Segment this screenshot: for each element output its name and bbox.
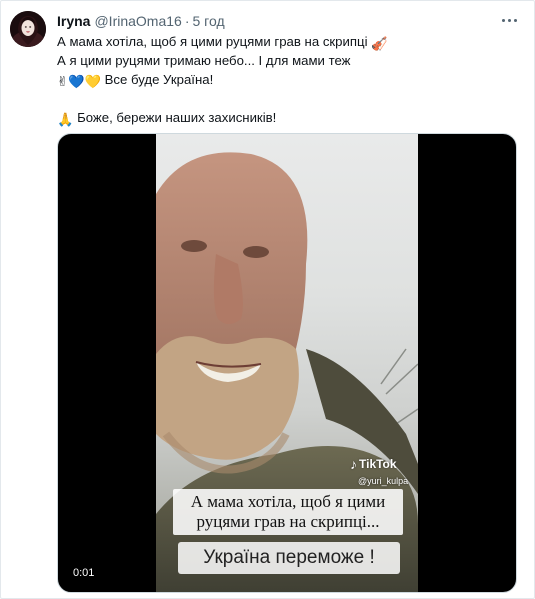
video-caption-top: А мама хотіла, щоб я цими руцями грав на… (173, 489, 403, 535)
tiktok-username: @yuri_kulpa (358, 476, 409, 486)
tweet-line-3-text: Все буде Україна! (104, 72, 214, 87)
praying-hands-emoji-icon: 🙏 (57, 112, 74, 127)
user-handle[interactable]: @IrinaOma16 (94, 13, 181, 29)
tiktok-label: TikTok (359, 457, 397, 471)
more-horizontal-icon[interactable] (498, 11, 520, 29)
tweet-card[interactable]: Iryna @IrinaOma16 · 5 год А мама хотіла,… (0, 0, 535, 599)
tweet-header: Iryna @IrinaOma16 · 5 год (57, 12, 225, 30)
tweet-line-4: 🙏 Боже, бережи наших захисників! (57, 108, 517, 127)
tweet-line-3: ✌💙💛 Все буде Україна! (57, 70, 517, 89)
avatar[interactable] (10, 11, 46, 47)
victory-hearts-emoji-icon: ✌💙💛 (57, 74, 101, 89)
tiktok-note-icon: ♪ (350, 456, 357, 472)
tweet-line-2: А я цими руцями тримаю небо... І для мам… (57, 51, 517, 70)
tweet-line-2-text: А я цими руцями тримаю небо... І для мам… (57, 53, 351, 68)
avatar-image (10, 11, 46, 47)
tweet-line-4-text: Боже, бережи наших захисників! (77, 110, 277, 125)
video-timecode: 0:01 (70, 566, 98, 580)
video-player[interactable]: ♪ TikTok @yuri_kulpa А мама хотіла, щоб … (57, 133, 517, 593)
separator-dot: · (184, 13, 190, 29)
tweet-text: А мама хотіла, щоб я цими руцями грав на… (57, 32, 517, 127)
video-caption-line-2: руцями грав на скрипці... (196, 512, 380, 531)
violin-emoji-icon: 🎻 (371, 36, 388, 51)
tweet-time[interactable]: 5 год (193, 13, 225, 29)
tiktok-logo: ♪ TikTok (350, 456, 397, 472)
display-name[interactable]: Iryna (57, 13, 90, 29)
video-caption-bottom: Україна переможе ! (178, 542, 400, 574)
tweet-line-1: А мама хотіла, щоб я цими руцями грав на… (57, 32, 517, 51)
video-caption-line-1: А мама хотіла, щоб я цими (190, 492, 386, 511)
tweet-line-1-text: А мама хотіла, щоб я цими руцями грав на… (57, 34, 368, 49)
